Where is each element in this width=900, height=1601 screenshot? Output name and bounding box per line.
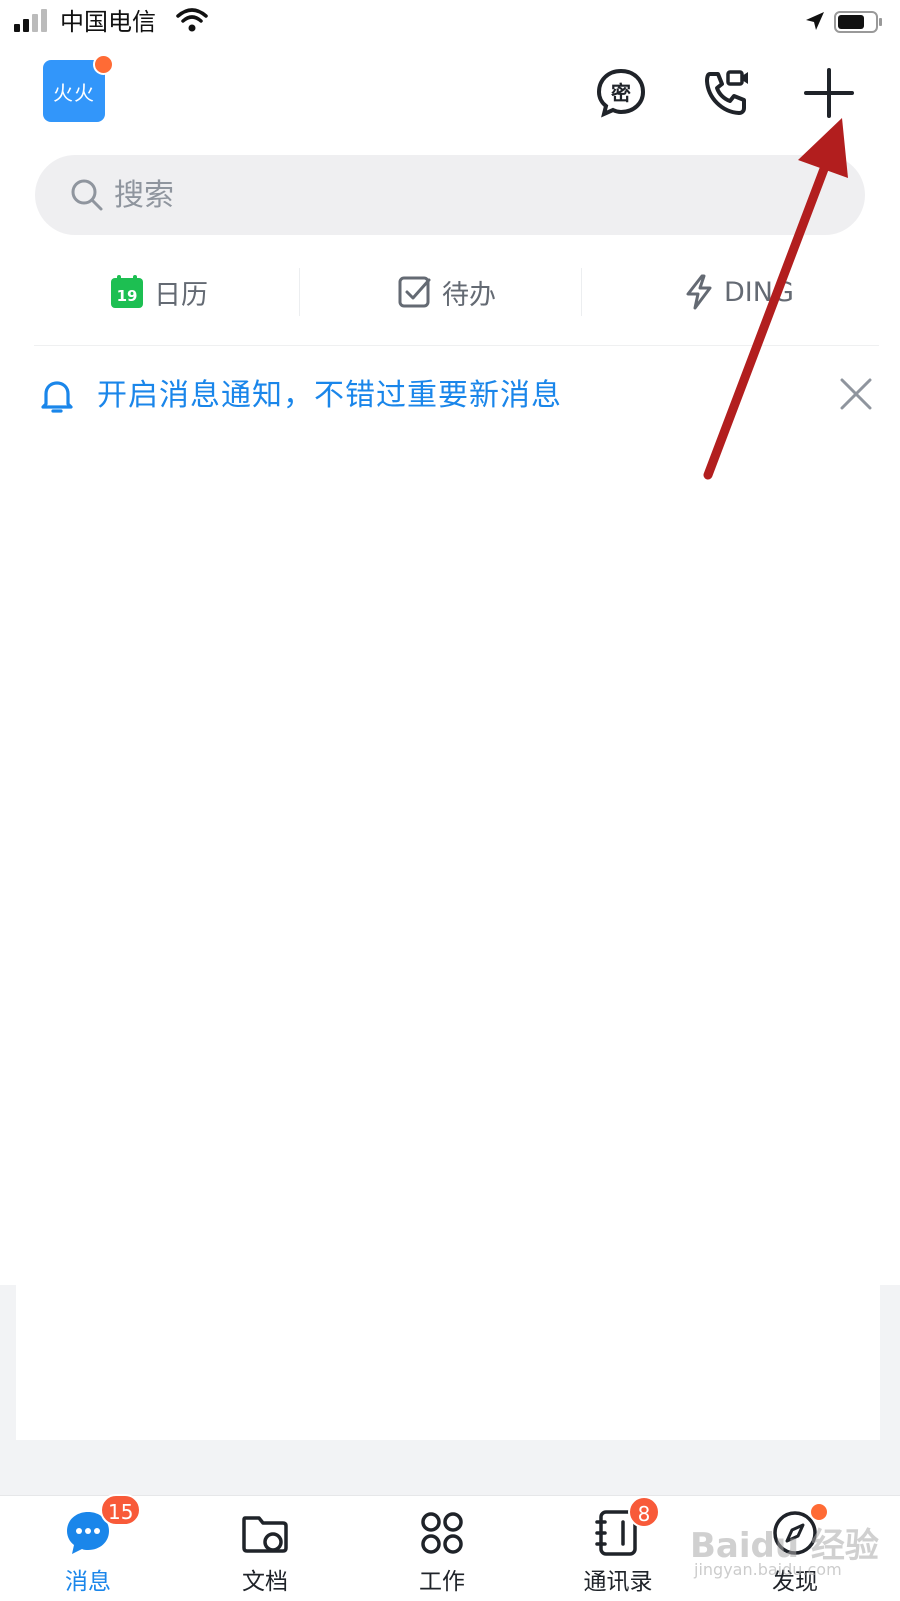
carrier-name: 中国电信 [60,8,156,36]
watermark-url: jingyan.baidu.com [694,1560,842,1579]
avatar-notification-dot [93,54,114,75]
quick-ding[interactable]: DING [684,262,794,322]
lightning-icon [686,274,712,310]
todo-check-icon [398,276,431,308]
tab-work-label: 工作 [419,1569,465,1595]
tab-messages[interactable]: 15 消息 [28,1494,148,1600]
signal-strength-icon [14,9,47,32]
tab-contacts-label: 通讯录 [583,1569,653,1595]
wifi-icon [176,8,208,32]
avatar-text: 火火 [53,80,95,105]
battery-icon [834,11,882,33]
video-call-icon[interactable] [700,66,754,120]
notification-prompt[interactable]: 开启消息通知，不错过重要新消息 [97,374,562,418]
search-icon [71,179,103,211]
quick-todo-label: 待办 [442,279,496,311]
tab-docs[interactable]: 文档 [205,1500,325,1600]
search-placeholder: 搜索 [114,178,174,213]
tab-messages-label: 消息 [65,1569,111,1595]
background-band [0,1285,16,1440]
background-band [880,1285,900,1440]
divider [299,268,300,316]
calendar-icon: 19 [111,275,143,308]
quick-ding-label: DING [724,276,794,308]
tab-contacts[interactable]: 8 通讯录 [558,1496,678,1600]
divider [581,268,582,316]
bell-icon [41,381,73,413]
location-arrow-icon [806,12,824,30]
quick-calendar-label: 日历 [154,279,208,311]
grid-apps-icon [421,1512,463,1554]
svg-text:密: 密 [611,81,631,105]
secret-chat-icon[interactable]: 密 [594,66,648,120]
status-bar: 中国电信 [0,0,900,44]
background-band [0,1440,900,1495]
unread-badge: 15 [100,1494,142,1526]
divider [34,345,879,346]
folder-icon [242,1516,288,1553]
tab-docs-label: 文档 [242,1569,288,1595]
tab-work[interactable]: 工作 [382,1500,502,1600]
calendar-day: 19 [117,287,138,305]
quick-calendar[interactable]: 19 日历 [110,262,208,322]
quick-todo[interactable]: 待办 [398,262,496,322]
annotation-arrow [703,118,848,480]
contacts-badge: 8 [628,1496,660,1528]
add-plus-icon[interactable] [802,66,856,120]
close-icon[interactable] [838,376,874,412]
